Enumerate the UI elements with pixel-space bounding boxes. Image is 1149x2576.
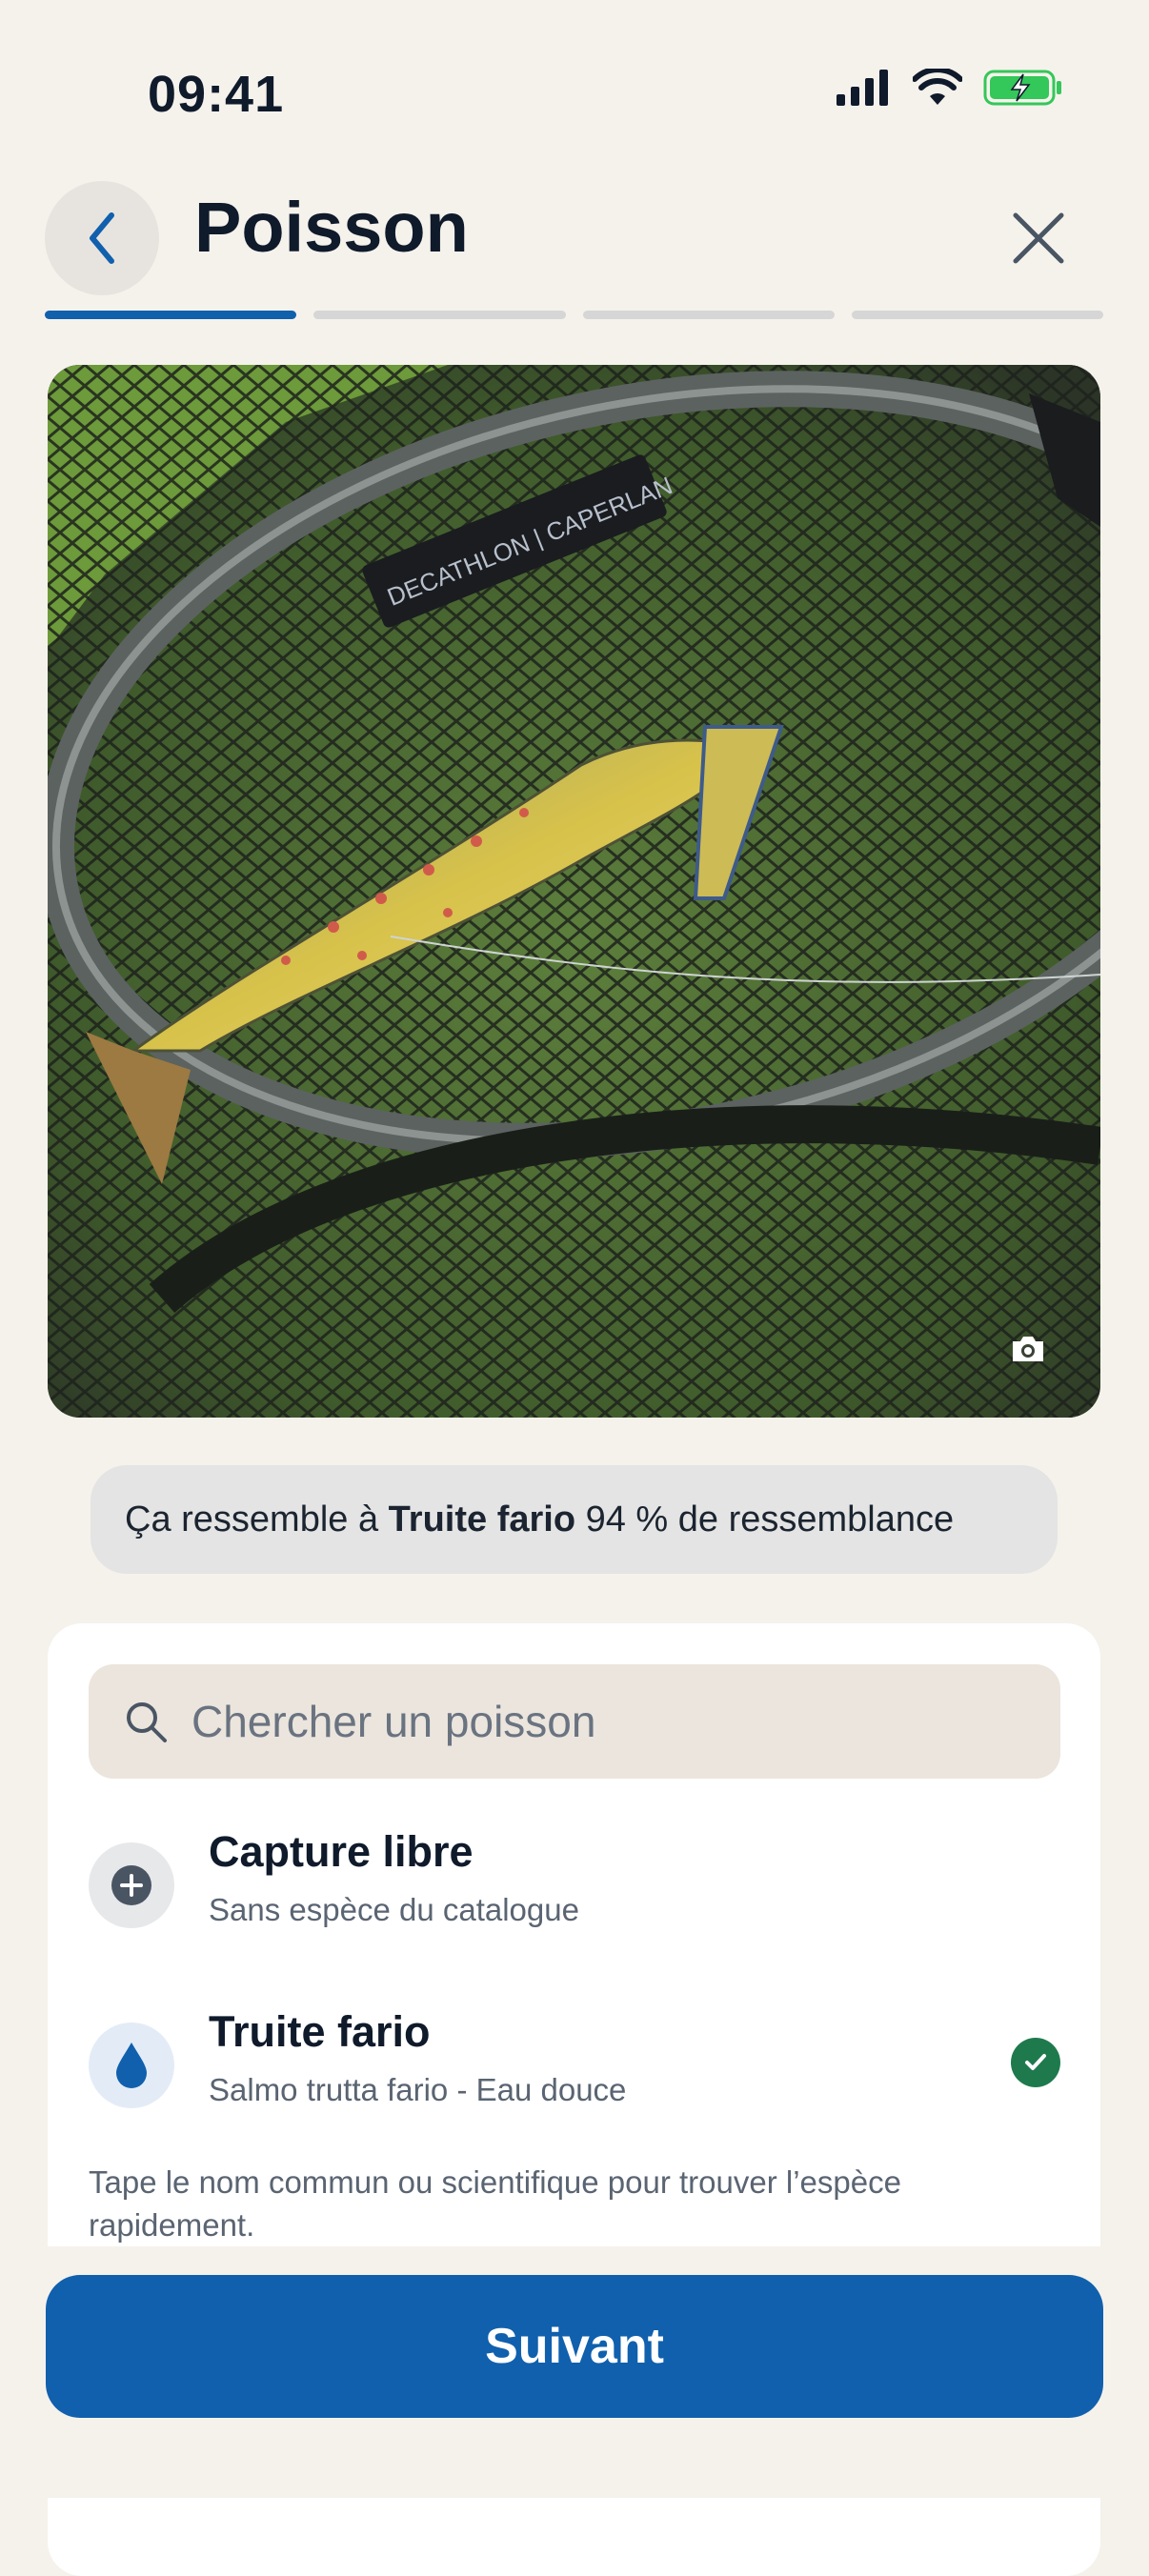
suggestion-species: Truite fario [388, 1499, 576, 1540]
search-hint: Tape le nom commun ou scientifique pour … [89, 2164, 901, 2243]
step-progress [45, 311, 1103, 319]
option-title: Truite fario [209, 2007, 431, 2056]
status-icons [835, 69, 1063, 107]
progress-step-2 [313, 311, 566, 319]
camera-icon[interactable] [1009, 1334, 1047, 1364]
close-icon [1013, 212, 1064, 264]
progress-step-3 [582, 311, 835, 319]
search-icon [127, 1702, 167, 1742]
cellular-signal-icon [837, 70, 888, 106]
option-truite-fario[interactable]: Truite fario Salmo trutta fario - Eau do… [89, 2007, 1060, 2150]
plus-circle-icon [89, 1842, 174, 1928]
selected-check-icon [1011, 2038, 1060, 2087]
wifi-icon [913, 69, 962, 105]
back-button[interactable] [45, 181, 159, 295]
option-title: Capture libre [209, 1827, 474, 1876]
page-title: Poisson [194, 188, 469, 267]
close-button[interactable] [1000, 200, 1077, 276]
status-time: 09:41 [148, 66, 285, 123]
progress-step-1 [45, 311, 297, 319]
battery-charging-icon [983, 70, 1061, 106]
search-placeholder: Chercher un poisson [192, 1697, 596, 1746]
progress-step-4 [851, 311, 1103, 319]
water-drop-icon [89, 2023, 174, 2108]
suggestion-similarity: 94 % de ressemblance [575, 1499, 955, 1540]
fish-photo: DECATHLON | CAPERLAN [48, 365, 1100, 1418]
suggestion-prefix: Ça ressemble à [125, 1499, 389, 1540]
option-subtitle: Sans espèce du catalogue [209, 1892, 579, 1927]
suggestion-chip[interactable]: Ça ressemble à Truite fario 94 % de ress… [91, 1465, 1058, 1574]
option-subtitle: Salmo trutta fario - Eau douce [209, 2072, 627, 2107]
next-button[interactable]: Suivant [46, 2275, 1103, 2418]
fish-photo-illustration: DECATHLON | CAPERLAN [48, 365, 1100, 1418]
chevron-left-icon [90, 212, 114, 264]
search-input[interactable]: Chercher un poisson [89, 1664, 1060, 1779]
option-capture-libre[interactable]: Capture libre Sans espèce du catalogue [89, 1827, 1060, 1970]
